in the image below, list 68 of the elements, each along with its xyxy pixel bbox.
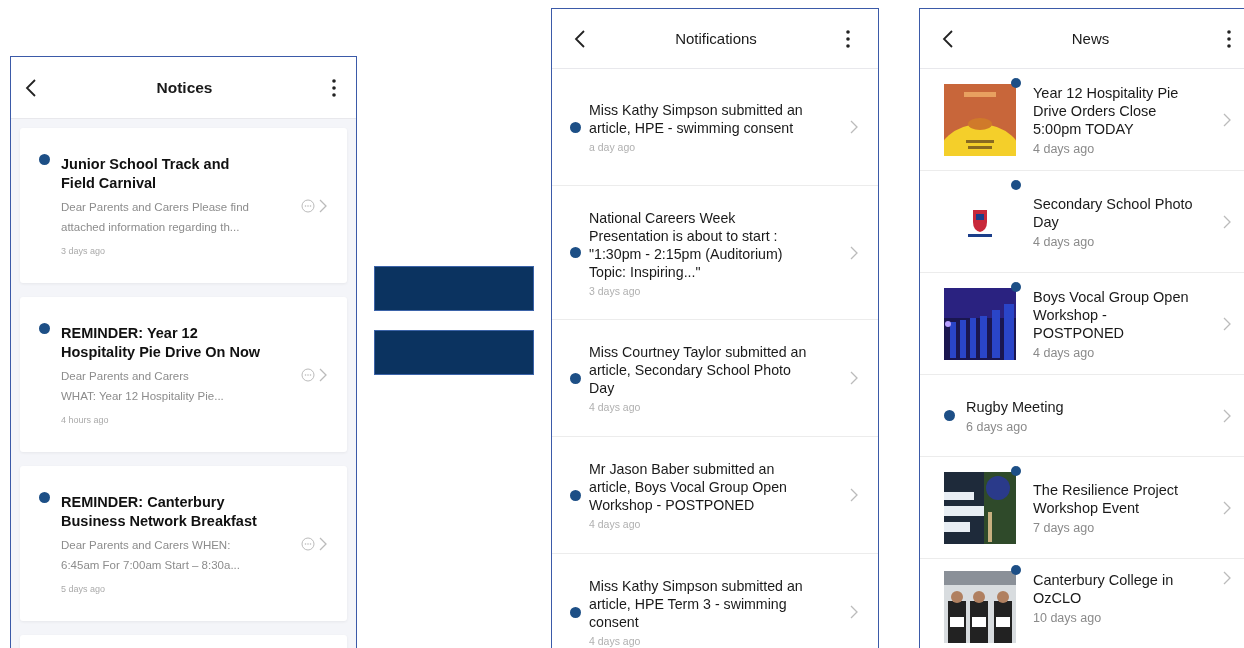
notification-time: 4 days ago xyxy=(589,518,642,530)
news-row[interactable]: Year 12 Hospitality Pie Drive Orders Close 5:00pm TODAY 4 days ago xyxy=(920,69,1244,171)
news-time: 6 days ago xyxy=(966,419,1029,434)
chevron-icon xyxy=(850,371,858,385)
notice-time: 4 hours ago xyxy=(61,415,110,425)
notification-text: Miss Kathy Simpson submitted an article, HPE Term 3 - swimming consent xyxy=(589,577,804,631)
chevron-icon xyxy=(850,245,858,260)
more-options-icon[interactable] xyxy=(846,29,850,48)
chevron-icon xyxy=(319,536,327,551)
news-title: The Resilience Project Workshop Event xyxy=(1033,480,1180,517)
news-row[interactable]: The Resilience Project Workshop Event 7 days ago xyxy=(920,457,1244,559)
notification-row[interactable]: Miss Kathy Simpson submitted an article, HPE Term 3 - swimming consent 4 days ago xyxy=(552,554,878,648)
notification-text: Mr Jason Baber submitted an article, Boys Vocal Group Open Workshop - POSTPONED xyxy=(589,460,788,514)
chevron-icon xyxy=(850,488,858,502)
notice-title: REMINDER: Canterbury Business Network Breakfast xyxy=(61,493,258,531)
notice-card[interactable]: REMINDER: Canterbury Business Network Breakfast Dear Parents and Carers WHEN: 6:45am For 7:00am Start – 8:30a... 5 days ago xyxy=(20,466,347,621)
back-icon[interactable] xyxy=(25,77,37,98)
notification-row[interactable]: Miss Courtney Taylor submitted an article, Secondary School Photo Day 4 days ago xyxy=(552,320,878,437)
back-icon[interactable] xyxy=(942,28,954,49)
chevron-icon xyxy=(1223,571,1231,585)
more-options-icon[interactable] xyxy=(1227,29,1231,48)
notice-time: 3 days ago xyxy=(61,246,107,256)
news-title: Boys Vocal Group Open Workshop - POSTPONED xyxy=(1033,287,1190,342)
news-time: 4 days ago xyxy=(1033,234,1096,249)
more-options-icon[interactable] xyxy=(332,78,336,97)
notification-time: 3 days ago xyxy=(589,284,642,297)
notification-row[interactable]: Mr Jason Baber submitted an article, Boys Vocal Group Open Workshop - POSTPONED 4 days ago xyxy=(552,437,878,554)
news-time: 4 days ago xyxy=(1033,141,1096,156)
news-row[interactable]: Secondary School Photo Day 4 days ago xyxy=(920,171,1244,273)
news-time: 7 days ago xyxy=(1033,520,1096,535)
chevron-icon xyxy=(319,198,327,213)
news-time: 4 days ago xyxy=(1033,345,1096,360)
chevron-icon xyxy=(850,605,858,619)
notification-text: Miss Courtney Taylor submitted an article, Secondary School Photo Day xyxy=(589,343,807,397)
notice-preview: Dear Parents and Carers WHAT: Year 12 Hospitality Pie... xyxy=(61,369,225,404)
notification-row[interactable]: Miss Kathy Simpson submitted an article, HPE - swimming consent a day ago xyxy=(552,69,878,186)
notification-text: National Careers Week Presentation is about to start : "1:30pm - 2:15pm (Auditorium) Topic: Inspiring..." xyxy=(589,208,784,281)
news-title: Year 12 Hospitality Pie Drive Orders Close 5:00pm TODAY xyxy=(1033,83,1180,138)
notification-time: 4 days ago xyxy=(589,401,642,413)
news-row[interactable]: Boys Vocal Group Open Workshop - POSTPONED 4 days ago xyxy=(920,273,1244,375)
news-row[interactable]: Rugby Meeting 6 days ago xyxy=(920,375,1244,457)
chevron-icon xyxy=(319,367,327,382)
back-icon[interactable] xyxy=(574,28,586,49)
notification-row[interactable]: National Careers Week Presentation is about to start : "1:30pm - 2:15pm (Auditorium) Topic: Inspiring..." 3 days ago xyxy=(552,186,878,320)
notice-title: Junior School Track and Field Carnival xyxy=(61,155,231,193)
notice-card[interactable]: REMINDER: Year 12 Hospitality Pie Drive On Now Dear Parents and Carers WHAT: Year 12 Hospitality Pie... 4 hours ago xyxy=(20,297,347,452)
notification-time: 4 days ago xyxy=(589,635,642,647)
notice-preview: Dear Parents and Carers WHEN: 6:45am For 7:00am Start – 8:30a... xyxy=(61,538,241,573)
chevron-icon xyxy=(1223,500,1231,515)
screen-title: News xyxy=(1071,30,1110,47)
chevron-icon xyxy=(1223,214,1231,229)
notice-preview: Dear Parents and Carers Please find attached information regarding th... xyxy=(61,200,250,235)
chevron-icon xyxy=(1223,112,1231,127)
notification-text: Miss Kathy Simpson submitted an article, HPE - swimming consent xyxy=(589,101,804,137)
news-time: 10 days ago xyxy=(1033,611,1103,625)
chevron-icon xyxy=(1223,316,1231,331)
notification-time: a day ago xyxy=(589,141,637,153)
notice-time: 5 days ago xyxy=(61,584,107,594)
chevron-icon xyxy=(850,120,858,134)
notice-card[interactable]: Junior School Track and Field Carnival Dear Parents and Carers Please find attached information regarding th... 3 days ago xyxy=(20,128,347,283)
screen-title: Notifications xyxy=(675,30,757,47)
news-title: Canterbury College in OzCLO xyxy=(1033,571,1175,607)
news-row[interactable]: Canterbury College in OzCLO 10 days ago xyxy=(920,559,1244,648)
notice-title: REMINDER: Year 12 Hospitality Pie Drive On Now xyxy=(61,324,261,362)
news-title: Secondary School Photo Day xyxy=(1033,194,1194,231)
screen-title: Notices xyxy=(156,78,213,97)
chevron-icon xyxy=(1223,408,1231,423)
news-title: Rugby Meeting xyxy=(966,397,1065,416)
